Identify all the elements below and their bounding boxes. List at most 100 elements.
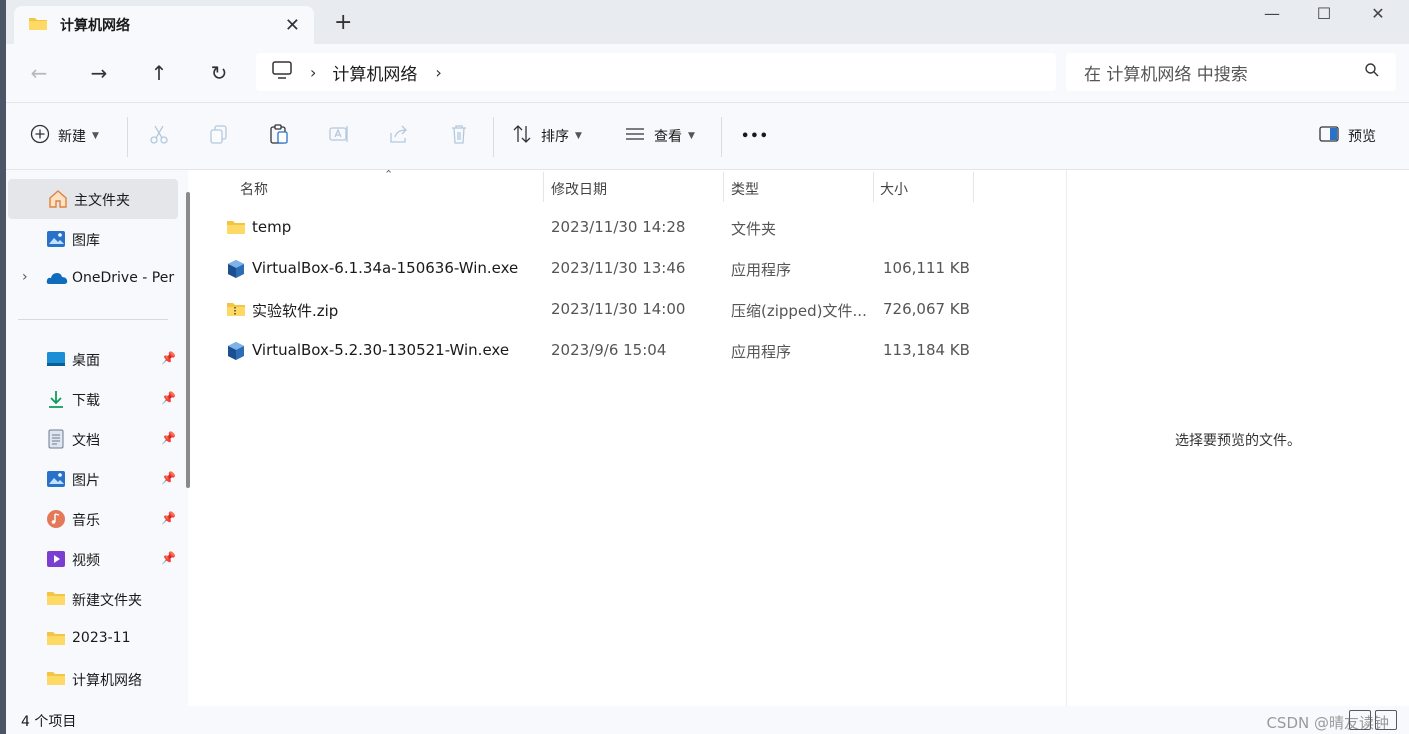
sidebar-scrollbar[interactable] — [186, 192, 190, 488]
item-count: 4 个项目 — [21, 714, 77, 730]
chevron-right-icon[interactable]: › — [22, 269, 28, 285]
sidebar-item-2023-11[interactable]: 2023-11 — [6, 619, 178, 659]
column-header-name[interactable]: 名称 — [240, 179, 268, 199]
pin-icon[interactable]: 📌 — [161, 391, 176, 405]
sidebar-item-onedrive[interactable]: › OneDrive - Per — [6, 259, 178, 299]
address-bar[interactable]: › 计算机网络 › — [256, 53, 1056, 91]
pin-icon[interactable]: 📌 — [161, 551, 176, 565]
sidebar-item-new-folder[interactable]: 新建文件夹 — [6, 579, 178, 619]
computer-icon[interactable] — [272, 61, 292, 83]
forward-button[interactable]: → — [84, 58, 114, 88]
search-input[interactable]: 在 计算机网络 中搜索 — [1084, 60, 1364, 85]
add-circle-icon — [30, 124, 50, 148]
file-row[interactable]: 实验软件.zip 2023/11/30 14:00 压缩(zipped)文件..… — [220, 290, 980, 331]
up-button[interactable]: ↑ — [144, 58, 174, 88]
file-row[interactable]: VirtualBox-6.1.34a-150636-Win.exe 2023/1… — [220, 249, 980, 290]
breadcrumb-separator[interactable]: › — [310, 63, 316, 82]
breadcrumb-separator[interactable]: › — [435, 63, 441, 82]
delete-button[interactable] — [448, 103, 470, 169]
pictures-icon — [46, 469, 66, 489]
new-tab-button[interactable]: + — [334, 10, 352, 35]
maximize-button[interactable]: ☐ — [1297, 0, 1351, 26]
column-headers: ⌃ 名称 修改日期 类型 大小 — [200, 168, 1066, 204]
copy-button[interactable] — [208, 103, 230, 169]
sidebar-item-downloads[interactable]: 下载 📌 — [6, 379, 178, 419]
folder-icon — [46, 669, 66, 689]
view-list-icon — [624, 123, 646, 149]
view-label: 查看 — [654, 129, 682, 145]
search-icon[interactable] — [1364, 62, 1380, 82]
navigation-pane: 主文件夹 图库 › OneDrive - Per 桌面 📌 下载 📌 文档 📌 … — [6, 170, 188, 706]
sidebar-item-label: 桌面 — [72, 353, 100, 369]
column-header-size[interactable]: 大小 — [880, 179, 908, 199]
rename-button[interactable] — [328, 103, 350, 169]
column-divider[interactable] — [543, 172, 544, 202]
tab-active[interactable]: 计算机网络 ✕ — [14, 6, 314, 44]
download-icon — [46, 389, 66, 409]
refresh-button[interactable]: ↻ — [204, 58, 234, 88]
paste-button[interactable] — [268, 103, 290, 169]
pin-icon[interactable]: 📌 — [161, 351, 176, 365]
clipboard-icon — [268, 123, 290, 149]
folder-icon — [46, 629, 66, 649]
sidebar-item-desktop[interactable]: 桌面 📌 — [6, 339, 178, 379]
sidebar-item-label: 文档 — [72, 433, 100, 449]
sidebar-item-label: OneDrive - Per — [72, 270, 175, 286]
view-button[interactable]: 查看 ▼ — [624, 103, 695, 169]
copy-icon — [208, 123, 230, 149]
share-icon — [388, 123, 410, 149]
file-name: VirtualBox-5.2.30-130521-Win.exe — [252, 341, 510, 359]
breadcrumb-current[interactable]: 计算机网络 — [332, 60, 417, 85]
new-label: 新建 — [58, 129, 86, 145]
sidebar-item-videos[interactable]: 视频 📌 — [6, 539, 178, 579]
file-name: VirtualBox-6.1.34a-150636-Win.exe — [252, 259, 519, 277]
sidebar-item-pictures[interactable]: 图片 📌 — [6, 459, 178, 499]
file-type: 压缩(zipped)文件... — [731, 302, 867, 320]
minimize-button[interactable]: — — [1245, 0, 1299, 26]
sidebar-item-gallery[interactable]: 图库 — [6, 219, 178, 259]
column-divider[interactable] — [873, 172, 874, 202]
search-box[interactable]: 在 计算机网络 中搜索 — [1066, 53, 1396, 91]
file-date: 2023/11/30 14:28 — [551, 218, 686, 236]
window-close-button[interactable]: ✕ — [1351, 0, 1405, 26]
onedrive-icon — [46, 269, 68, 289]
more-options-button[interactable]: ••• — [741, 103, 769, 169]
pin-icon[interactable]: 📌 — [161, 431, 176, 445]
music-icon — [46, 509, 66, 529]
pin-icon[interactable]: 📌 — [161, 471, 176, 485]
sidebar-item-label: 主文件夹 — [74, 193, 130, 209]
share-button[interactable] — [388, 103, 410, 169]
file-size: 113,184 KB — [883, 341, 970, 359]
new-button[interactable]: 新建 ▼ — [30, 103, 99, 169]
zip-folder-icon — [226, 300, 246, 320]
file-name: temp — [252, 218, 292, 236]
column-header-date[interactable]: 修改日期 — [551, 179, 607, 199]
sort-button[interactable]: 排序 ▼ — [511, 103, 582, 169]
file-size: 106,111 KB — [883, 259, 970, 277]
sidebar-item-home[interactable]: 主文件夹 — [8, 179, 178, 219]
folder-icon — [226, 218, 246, 238]
address-row: ← → ↑ ↻ › 计算机网络 › 在 计算机网络 中搜索 — [6, 44, 1409, 103]
pin-icon[interactable]: 📌 — [161, 511, 176, 525]
preview-pane-button[interactable]: 预览 — [1318, 103, 1376, 169]
trash-icon — [448, 123, 470, 149]
file-row[interactable]: VirtualBox-5.2.30-130521-Win.exe 2023/9/… — [220, 331, 980, 372]
column-divider[interactable] — [973, 172, 974, 202]
sidebar-item-label: 图片 — [72, 473, 100, 489]
tiles-view-button[interactable] — [1375, 710, 1397, 730]
details-view-button[interactable] — [1349, 710, 1371, 730]
file-row[interactable]: temp 2023/11/30 14:28 文件夹 — [220, 208, 980, 249]
column-divider[interactable] — [723, 172, 724, 202]
cut-button[interactable] — [148, 103, 170, 169]
home-icon — [48, 189, 68, 209]
sidebar-item-label: 下载 — [72, 393, 100, 409]
back-button[interactable]: ← — [24, 58, 54, 88]
sidebar-item-computer-network[interactable]: 计算机网络 — [6, 659, 178, 699]
sidebar-divider — [18, 319, 168, 320]
column-header-type[interactable]: 类型 — [731, 179, 759, 199]
sidebar-item-label: 新建文件夹 — [72, 593, 142, 609]
sidebar-item-music[interactable]: 音乐 📌 — [6, 499, 178, 539]
file-type: 文件夹 — [731, 220, 777, 238]
close-icon[interactable]: ✕ — [285, 15, 300, 36]
sidebar-item-documents[interactable]: 文档 📌 — [6, 419, 178, 459]
